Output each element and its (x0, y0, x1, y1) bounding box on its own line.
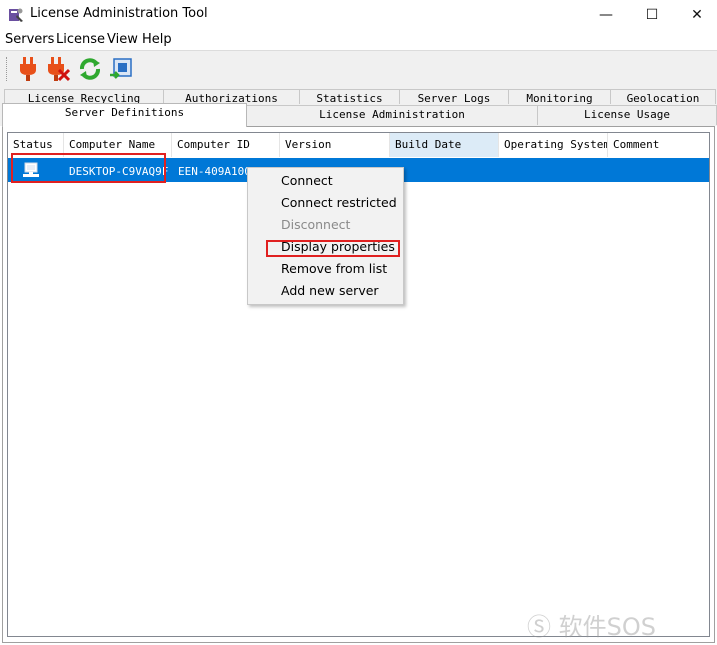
menu-item-connect-restricted[interactable]: Connect restricted (248, 192, 403, 214)
tab-monitoring[interactable]: Monitoring (508, 89, 611, 104)
column-header-build-date[interactable]: Build Date (390, 133, 499, 157)
tab-license-usage[interactable]: License Usage (537, 105, 717, 125)
window-title: License Administration Tool (30, 6, 208, 21)
server-computer-icon (23, 162, 39, 177)
menu-item-connect[interactable]: Connect (248, 170, 403, 192)
cell-computer-name: DESKTOP-C9VAQ9F (69, 165, 169, 178)
watermark: Ⓢ 软件SOS (527, 607, 656, 642)
menu-view[interactable]: View (107, 32, 138, 47)
watermark-text: 软件SOS (558, 613, 656, 641)
tab-server-definitions[interactable]: Server Definitions (2, 103, 247, 127)
connect-button[interactable] (15, 55, 41, 83)
tab-strip: License Recycling Authorizations Statist… (0, 86, 717, 127)
menu-item-add-new-server[interactable]: Add new server (248, 280, 403, 302)
column-header-operating-system[interactable]: Operating System (499, 133, 608, 157)
tab-license-recycling[interactable]: License Recycling (4, 89, 164, 104)
menu-bar: Servers License View Help (0, 30, 717, 50)
column-header-computer-id[interactable]: Computer ID (172, 133, 280, 157)
app-icon (9, 8, 23, 22)
tab-authorizations[interactable]: Authorizations (163, 89, 300, 104)
cell-computer-id: EEN-409A1001 (178, 165, 258, 178)
refresh-button[interactable] (77, 55, 103, 83)
server-properties-icon (110, 58, 132, 79)
minimize-button[interactable]: — (583, 0, 629, 30)
column-header-comment[interactable]: Comment (608, 133, 709, 157)
column-header-computer-name[interactable]: Computer Name (64, 133, 172, 157)
connect-plug-icon (20, 57, 36, 81)
tab-statistics[interactable]: Statistics (299, 89, 400, 104)
disconnect-plug-icon (48, 57, 70, 82)
context-menu: Connect Connect restricted Disconnect Di… (247, 167, 404, 305)
toolbar (0, 50, 717, 86)
disconnect-button[interactable] (45, 55, 71, 83)
watermark-logo-icon: Ⓢ (527, 613, 551, 641)
menu-item-disconnect: Disconnect (281, 217, 351, 232)
close-button[interactable]: ✕ (674, 0, 717, 30)
title-bar: License Administration Tool — ☐ ✕ (0, 0, 717, 30)
column-header-status[interactable]: Status (8, 133, 64, 157)
tab-server-logs[interactable]: Server Logs (399, 89, 509, 104)
menu-item-display-properties[interactable]: Display properties (248, 236, 403, 258)
tab-geolocation[interactable]: Geolocation (610, 89, 716, 104)
menu-item-remove-from-list[interactable]: Remove from list (248, 258, 403, 280)
refresh-icon (80, 58, 100, 80)
menu-license[interactable]: License (56, 32, 105, 47)
menu-help[interactable]: Help (142, 32, 172, 47)
toolbar-grip[interactable] (6, 57, 8, 81)
server-properties-button[interactable] (108, 55, 134, 83)
maximize-button[interactable]: ☐ (629, 0, 675, 30)
tab-license-administration[interactable]: License Administration (246, 105, 538, 125)
menu-servers[interactable]: Servers (5, 32, 54, 47)
column-header-version[interactable]: Version (280, 133, 390, 157)
